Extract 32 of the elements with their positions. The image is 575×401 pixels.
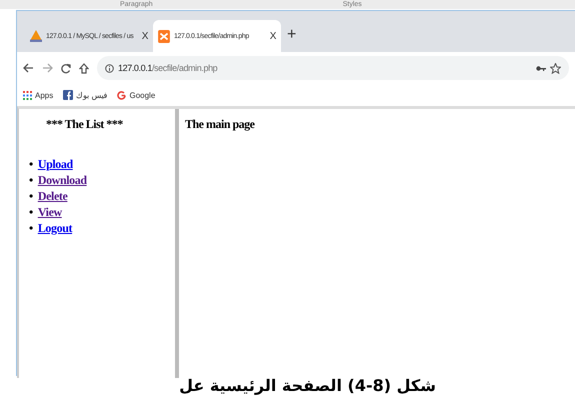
bookmark-item[interactable]: Apps	[23, 90, 54, 100]
bookmark-item[interactable]: Google	[117, 90, 156, 100]
reload-icon[interactable]	[61, 62, 71, 74]
nav-link[interactable]: Logout	[38, 220, 72, 236]
close-icon[interactable]: X	[142, 30, 148, 42]
nav-link[interactable]: Delete	[38, 188, 68, 204]
bullet: •	[29, 220, 33, 236]
url-text: 127.0.0.1/secfile/admin.php	[118, 63, 218, 73]
bullet: •	[29, 156, 33, 172]
letter-f-logo-icon	[63, 90, 74, 100]
home-icon[interactable]	[79, 62, 89, 74]
figure-caption: شكل (8-4) الصفحة الرئيسية عل	[179, 376, 436, 396]
bookmark-item[interactable]: فيس بوك	[63, 90, 108, 100]
bullet: •	[29, 172, 33, 188]
nav-link[interactable]: Download	[38, 172, 87, 188]
bullet: •	[29, 188, 33, 204]
info-icon	[105, 64, 114, 72]
close-icon[interactable]: X	[270, 30, 276, 42]
nav-link[interactable]: Upload	[38, 156, 73, 172]
page-heading: The main page	[185, 117, 255, 131]
star-icon[interactable]	[550, 62, 561, 74]
key-icon[interactable]	[536, 64, 546, 72]
bullet: •	[29, 204, 33, 220]
list-heading: *** The List ***	[46, 117, 124, 132]
app-logo-icon	[158, 30, 170, 42]
nav-link[interactable]: View	[38, 204, 62, 220]
address-bar[interactable]: 127.0.0.1/secfile/admin.php	[97, 56, 569, 80]
sail-icon	[30, 30, 42, 42]
grid-icon	[23, 90, 32, 100]
new-tab-button[interactable]: +	[287, 26, 296, 44]
g-logo-icon	[117, 90, 126, 100]
back-icon[interactable]	[23, 63, 34, 73]
